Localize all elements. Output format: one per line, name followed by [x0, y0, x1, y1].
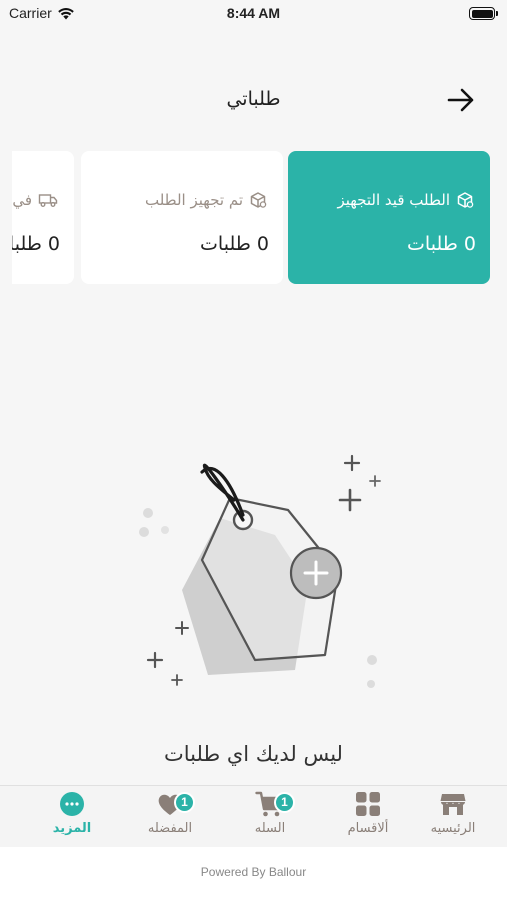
tab-more-label: المزيد	[52, 821, 92, 836]
more-dots-icon	[60, 792, 84, 816]
order-card-label-text: الطلب قيد التجهيز	[337, 191, 450, 209]
page-title: طلباتي	[226, 88, 281, 110]
order-card-label-text: في	[12, 191, 32, 209]
tab-home-label: الرئيسيه	[430, 821, 476, 836]
order-card-count: 0 طلبات	[407, 233, 476, 255]
grid-icon	[356, 792, 380, 816]
footer: Powered By Ballour	[0, 847, 507, 900]
empty-orders-illustration	[139, 454, 381, 688]
order-card-prepared[interactable]: تم تجهيز الطلب 0 طلبات	[81, 151, 283, 284]
status-time: 8:44 AM	[226, 5, 281, 21]
order-card-preparing[interactable]: الطلب قيد التجهيز 0 طلبات	[288, 151, 490, 284]
tab-cart-label: السله	[254, 821, 286, 836]
status-bar: Carrier 8:44 AM	[0, 0, 507, 28]
tab-more[interactable]: المزيد	[27, 786, 117, 848]
powered-by-text: Powered By Ballour	[200, 865, 307, 879]
order-card-label: الطلب قيد التجهيز	[337, 191, 474, 209]
box-icon	[250, 192, 267, 208]
back-arrow-icon[interactable]	[445, 86, 477, 114]
tab-home[interactable]: الرئيسيه	[408, 786, 498, 848]
box-icon	[457, 192, 474, 208]
tab-categories-label: ألاقسام	[347, 821, 389, 836]
order-card-label: في	[12, 191, 58, 209]
order-card-shipping[interactable]: في 0 طلبا	[12, 151, 74, 284]
order-status-cards[interactable]: الطلب قيد التجهيز 0 طلبات تم تجهيز الطلب…	[12, 151, 495, 286]
order-card-label-text: تم تجهيز الطلب	[144, 191, 243, 209]
order-card-count: 0 طلبا	[12, 233, 60, 255]
order-card-count: 0 طلبات	[200, 233, 269, 255]
tab-favorites[interactable]: 1 المفضله	[125, 786, 215, 848]
truck-icon	[38, 194, 58, 207]
page-header: طلباتي	[0, 80, 507, 120]
order-card-label: تم تجهيز الطلب	[145, 191, 267, 209]
store-icon	[440, 794, 466, 815]
cart-badge: 1	[274, 792, 295, 813]
bottom-tab-bar: الرئيسيه ألاقسام 1 السله 1 المفضله المزي…	[0, 785, 507, 847]
empty-state-message: ليس لديك اي طلبات	[164, 742, 343, 766]
battery-icon	[469, 7, 498, 20]
tab-cart[interactable]: 1 السله	[225, 786, 315, 848]
favorites-badge: 1	[174, 792, 195, 813]
tab-categories[interactable]: ألاقسام	[323, 786, 413, 848]
tab-favorites-label: المفضله	[147, 821, 193, 836]
